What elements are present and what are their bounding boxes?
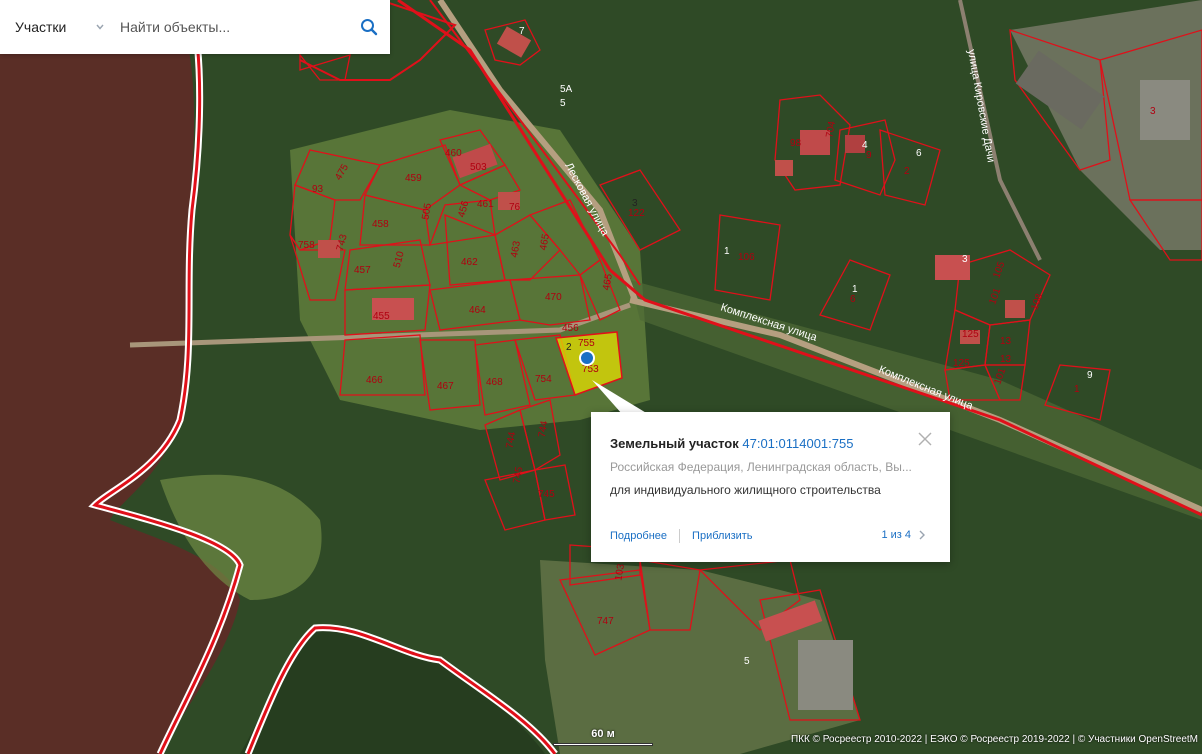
parcel-label: 1	[1074, 384, 1080, 395]
search-button[interactable]	[348, 0, 390, 54]
popup-pointer	[592, 380, 648, 414]
parcel-label: 745	[538, 489, 555, 500]
chevron-right-icon	[919, 530, 925, 540]
parcel-label: 93	[312, 184, 324, 195]
parcel-label: 461	[477, 199, 494, 210]
parcel-label: 464	[469, 305, 486, 316]
popup-actions: Подробнее Приблизить	[610, 529, 753, 543]
popup-title: Земельный участок 47:01:0114001:755	[610, 436, 853, 451]
parcel-label: 456	[562, 323, 579, 334]
parcel-label: 758	[298, 240, 315, 251]
parcel-label: 5	[560, 98, 566, 109]
parcel-label: 468	[486, 377, 503, 388]
parcel-label: 9	[866, 150, 872, 161]
parcel-label: 3	[962, 254, 968, 265]
parcel-label: 106	[738, 252, 755, 263]
popup-pager[interactable]: 1 из 4	[881, 529, 926, 541]
parcel-label: 125	[953, 358, 970, 369]
close-icon[interactable]	[918, 432, 932, 446]
parcel-label: 755	[578, 338, 595, 349]
parcel-label: 6	[850, 294, 856, 305]
parcel-label: 122	[628, 208, 645, 219]
parcel-label: 2	[566, 342, 572, 353]
parcel-label: 6	[916, 148, 922, 159]
parcel-label: 747	[597, 616, 614, 627]
layer-select[interactable]: Участки	[0, 0, 110, 54]
location-marker-icon[interactable]	[579, 350, 595, 366]
map-attribution: ПКК © Росреестр 2010-2022 | ЕЭКО © Росре…	[791, 734, 1198, 745]
parcel-label: 5	[744, 656, 750, 667]
layer-select-label: Участки	[15, 19, 67, 35]
parcel-label: 459	[405, 173, 422, 184]
parcel-label: 76	[509, 202, 521, 213]
divider	[679, 529, 681, 543]
parcel-label: 753	[582, 364, 599, 375]
parcel-label: 13	[1000, 336, 1012, 347]
parcel-label: 467	[437, 381, 454, 392]
parcel-label: 1	[724, 246, 730, 257]
parcel-label: 125	[962, 329, 979, 340]
parcel-label: 460	[445, 148, 462, 159]
parcel-label: 9	[1087, 370, 1093, 381]
parcel-label: 457	[354, 265, 371, 276]
search-icon	[361, 19, 378, 36]
parcel-info-popup: Земельный участок 47:01:0114001:755 Росс…	[591, 412, 950, 562]
pager-text: 1 из 4	[881, 529, 911, 541]
parcel-label: 2	[904, 166, 910, 177]
parcel-label: 455	[373, 311, 390, 322]
scale-line	[553, 743, 653, 746]
parcel-label: 503	[470, 162, 487, 173]
popup-permitted-use: для индивидуального жилищного строительс…	[610, 483, 881, 497]
parcel-label: 7	[519, 26, 525, 37]
more-details-link[interactable]: Подробнее	[610, 530, 667, 542]
parcel-label: 466	[366, 375, 383, 386]
parcel-label: 98	[790, 138, 802, 149]
parcel-label: 458	[372, 219, 389, 230]
parcel-label: 470	[545, 292, 562, 303]
zoom-to-link[interactable]: Приблизить	[692, 530, 753, 542]
parcel-label: 754	[535, 374, 552, 385]
chevron-down-icon	[96, 24, 104, 30]
parcel-label: 462	[461, 257, 478, 268]
scale-bar: 60 м	[553, 728, 653, 746]
search-panel: Участки	[0, 0, 390, 54]
scale-label: 60 м	[591, 728, 615, 740]
search-input[interactable]	[110, 0, 348, 54]
parcel-label: 13	[1000, 354, 1012, 365]
parcel-label: 5А	[560, 84, 573, 95]
popup-title-text: Земельный участок	[610, 436, 739, 451]
cadastral-number-link[interactable]: 47:01:0114001:755	[742, 436, 853, 451]
popup-address: Российская Федерация, Ленинградская обла…	[610, 460, 912, 474]
parcel-label: 3	[1150, 106, 1156, 117]
satellite-map[interactable]: Лесковая улица Комплексная улица Комплек…	[0, 0, 1202, 754]
